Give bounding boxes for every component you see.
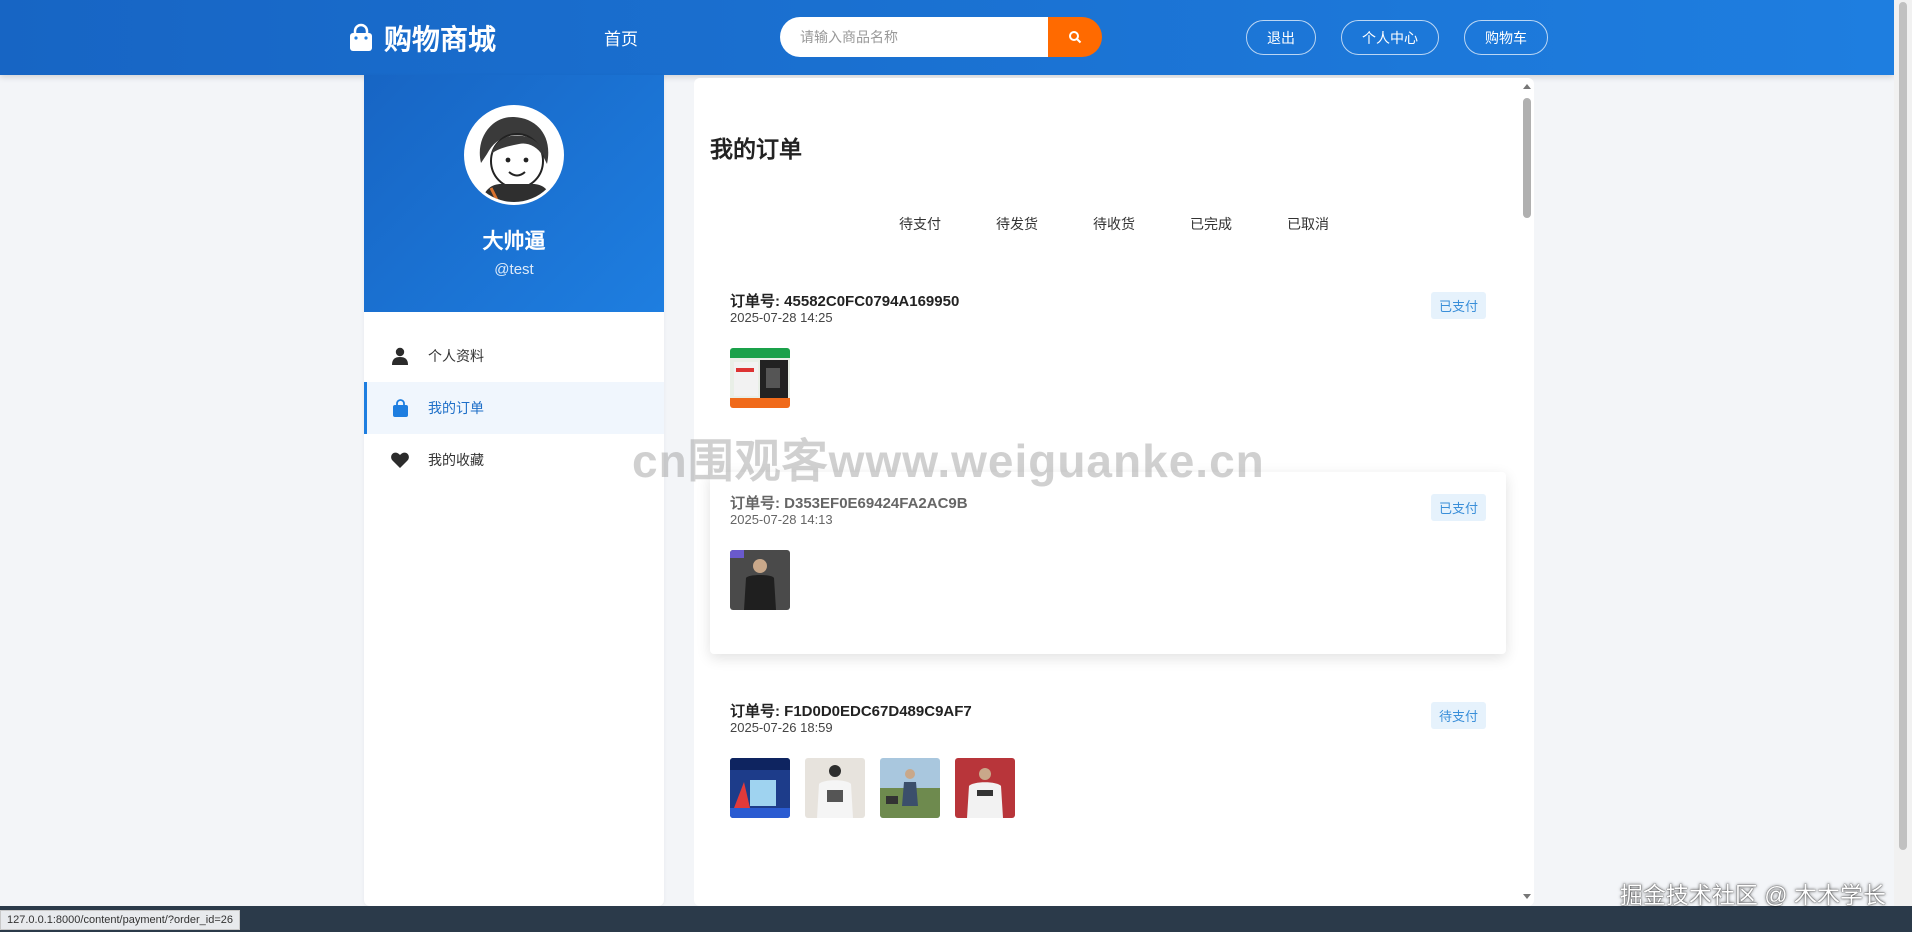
tab-completed[interactable]: 已完成 bbox=[1163, 214, 1260, 234]
sidebar-item-label: 个人资料 bbox=[428, 348, 484, 364]
order-time: 2025-07-28 14:13 bbox=[730, 512, 833, 527]
scrollbar-thumb[interactable] bbox=[1523, 98, 1531, 218]
page-title: 我的订单 bbox=[710, 136, 802, 162]
product-thumbnail[interactable] bbox=[730, 348, 790, 408]
sidebar-item-favorites[interactable]: 我的收藏 bbox=[364, 434, 664, 486]
order-time: 2025-07-28 14:25 bbox=[730, 310, 833, 325]
tab-pending-shipment[interactable]: 待发货 bbox=[969, 214, 1066, 234]
sidebar: 大帅逼 @test 个人资料 我的订单 我的收藏 bbox=[364, 75, 664, 906]
order-status-tabs: 待支付 待发货 待收货 已完成 已取消 bbox=[694, 214, 1534, 234]
scroll-up-arrow-icon[interactable] bbox=[1523, 84, 1531, 89]
sidebar-item-profile[interactable]: 个人资料 bbox=[364, 330, 664, 382]
sidebar-menu: 个人资料 我的订单 我的收藏 bbox=[364, 330, 664, 486]
user-handle: @test bbox=[494, 261, 534, 278]
tab-pending-payment[interactable]: 待支付 bbox=[872, 214, 969, 234]
order-card[interactable]: 订单号: D353EF0E69424FA2AC9B 2025-07-28 14:… bbox=[710, 472, 1506, 654]
bottom-watermark: 掘金技术社区 @ 木木学长 bbox=[1619, 882, 1886, 908]
orders-panel: 我的订单 待支付 待发货 待收货 已完成 已取消 订单号: 45582C0FC0… bbox=[694, 78, 1534, 906]
order-number: 订单号: 45582C0FC0794A169950 bbox=[730, 293, 960, 310]
order-thumbnails bbox=[730, 758, 1030, 818]
product-thumbnail[interactable] bbox=[805, 758, 865, 818]
profile-center-button[interactable]: 个人中心 bbox=[1341, 20, 1439, 55]
status-url: 127.0.0.1:8000/content/payment/?order_id… bbox=[0, 910, 240, 930]
center-watermark: cn围观客www.weiguanke.cn bbox=[632, 435, 1265, 487]
user-icon bbox=[390, 346, 410, 366]
order-thumbnails bbox=[730, 550, 805, 610]
avatar-illustration bbox=[467, 108, 561, 202]
search-icon bbox=[1069, 31, 1082, 44]
logo-text: 购物商城 bbox=[384, 24, 497, 55]
search-input[interactable] bbox=[780, 17, 1048, 57]
shopping-bag-icon bbox=[350, 23, 372, 51]
order-thumbnails bbox=[730, 348, 805, 408]
nav-home-link[interactable]: 首页 bbox=[604, 25, 638, 50]
top-header: 购物商城 首页 退出 个人中心 购物车 bbox=[0, 0, 1894, 75]
order-number: 订单号: F1D0D0EDC67D489C9AF7 bbox=[730, 703, 972, 720]
avatar[interactable] bbox=[464, 105, 564, 205]
site-logo[interactable]: 购物商城 bbox=[346, 18, 496, 58]
sidebar-item-orders[interactable]: 我的订单 bbox=[364, 382, 664, 434]
product-thumbnail[interactable] bbox=[880, 758, 940, 818]
order-number: 订单号: D353EF0E69424FA2AC9B bbox=[730, 495, 968, 512]
status-badge: 待支付 bbox=[1430, 702, 1486, 729]
product-thumbnail[interactable] bbox=[730, 550, 790, 610]
search-button[interactable] bbox=[1048, 17, 1102, 57]
user-name: 大帅逼 bbox=[482, 230, 546, 253]
heart-icon bbox=[390, 450, 410, 470]
profile-card: 大帅逼 @test bbox=[364, 75, 664, 312]
status-badge: 已支付 bbox=[1430, 494, 1486, 521]
tab-pending-receipt[interactable]: 待收货 bbox=[1066, 214, 1163, 234]
search-bar bbox=[780, 17, 1102, 57]
orders-scrollbar[interactable] bbox=[1520, 80, 1534, 904]
product-thumbnail[interactable] bbox=[730, 758, 790, 818]
product-thumbnail[interactable] bbox=[955, 758, 1015, 818]
tab-cancelled[interactable]: 已取消 bbox=[1260, 214, 1357, 234]
status-badge: 已支付 bbox=[1430, 292, 1486, 319]
order-card[interactable]: 订单号: 45582C0FC0794A169950 2025-07-28 14:… bbox=[710, 290, 1506, 440]
sidebar-item-label: 我的收藏 bbox=[428, 452, 484, 468]
cart-button[interactable]: 购物车 bbox=[1464, 20, 1548, 55]
sidebar-item-label: 我的订单 bbox=[428, 400, 484, 416]
page-scrollbar-thumb[interactable] bbox=[1899, 2, 1907, 850]
scroll-down-arrow-icon[interactable] bbox=[1523, 894, 1531, 899]
order-card[interactable]: 订单号: F1D0D0EDC67D489C9AF7 2025-07-26 18:… bbox=[710, 700, 1506, 850]
page-scrollbar[interactable] bbox=[1894, 0, 1912, 906]
order-time: 2025-07-26 18:59 bbox=[730, 720, 833, 735]
shopping-bag-icon bbox=[390, 398, 410, 418]
logout-button[interactable]: 退出 bbox=[1246, 20, 1316, 55]
